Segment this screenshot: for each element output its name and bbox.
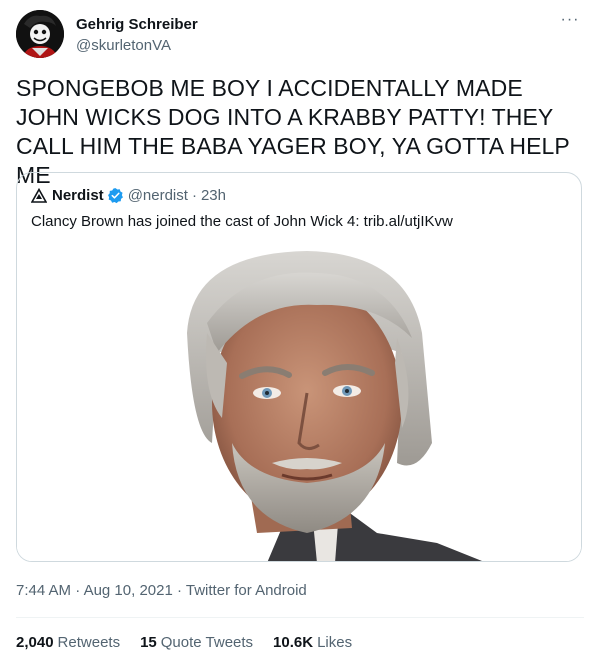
avatar[interactable] <box>16 10 64 58</box>
quote-header: Nerdist @nerdist · 23h <box>31 187 226 204</box>
tweet-stats: 2,040 Retweets 15 Quote Tweets 10.6K Likes <box>16 634 372 651</box>
tweet-time[interactable]: 7:44 AM <box>16 582 71 599</box>
tweet-date[interactable]: Aug 10, 2021 <box>84 582 173 599</box>
quote-tweets-label: Quote Tweets <box>160 634 254 651</box>
tweet: Gehrig Schreiber @skurletonVA ··· SPONGE… <box>0 0 600 668</box>
likes-stat[interactable]: 10.6K Likes <box>273 634 352 651</box>
avatar-image <box>16 10 64 58</box>
likes-label: Likes <box>317 634 353 651</box>
author-name[interactable]: Gehrig Schreiber <box>76 16 198 33</box>
retweets-stat[interactable]: 2,040 Retweets <box>16 634 120 651</box>
separator-dot: · <box>191 187 197 204</box>
divider <box>16 617 584 618</box>
quote-photo[interactable] <box>17 243 581 561</box>
more-icon[interactable]: ··· <box>556 10 584 30</box>
author-handle[interactable]: @skurletonVA <box>76 37 171 54</box>
nerdist-logo-icon <box>31 187 47 203</box>
likes-count: 10.6K <box>273 634 314 651</box>
separator-dot: · <box>75 582 81 599</box>
quote-tweets-stat[interactable]: 15 Quote Tweets <box>140 634 253 651</box>
quote-author-handle[interactable]: @nerdist <box>128 187 188 204</box>
verified-badge-icon <box>107 188 123 204</box>
retweets-label: Retweets <box>57 634 121 651</box>
quoted-tweet[interactable]: Nerdist @nerdist · 23h Clancy Brown has … <box>16 172 582 562</box>
quote-author-name[interactable]: Nerdist <box>52 187 104 204</box>
quote-timestamp[interactable]: 23h <box>201 187 226 204</box>
quote-tweets-count: 15 <box>140 634 157 651</box>
tweet-meta: 7:44 AM · Aug 10, 2021 · Twitter for And… <box>16 582 307 599</box>
portrait-image <box>17 243 581 561</box>
tweet-source[interactable]: Twitter for Android <box>186 582 307 599</box>
separator-dot: · <box>176 582 182 599</box>
retweets-count: 2,040 <box>16 634 54 651</box>
quote-text: Clancy Brown has joined the cast of John… <box>31 213 453 230</box>
